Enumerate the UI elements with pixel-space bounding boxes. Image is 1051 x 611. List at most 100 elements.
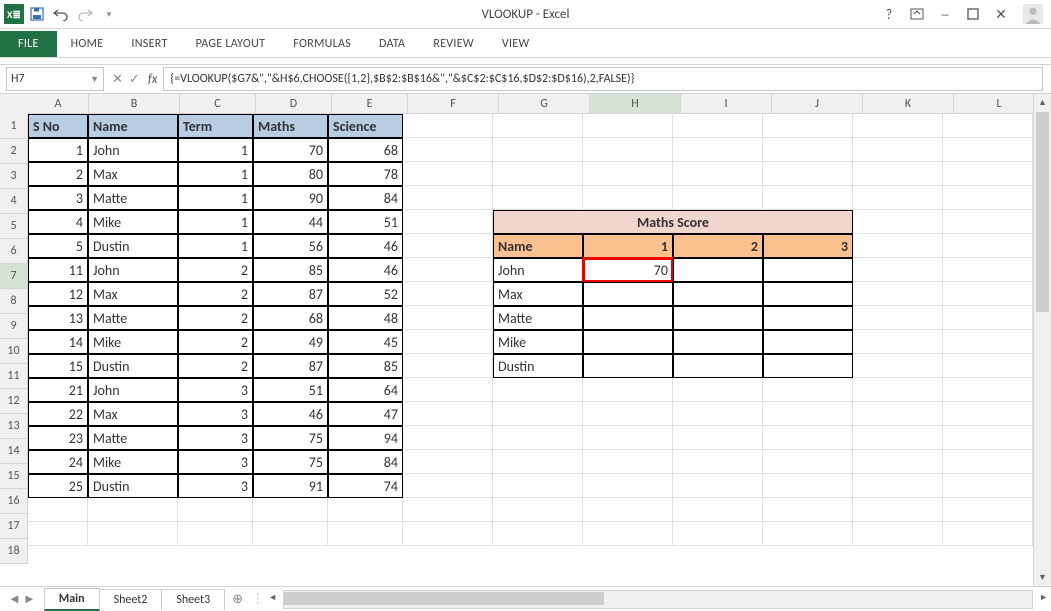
lookup-val[interactable] xyxy=(763,330,853,354)
horizontal-scrollbar[interactable]: ◄ ► xyxy=(283,590,1033,609)
cell[interactable] xyxy=(943,210,1033,234)
cell[interactable] xyxy=(763,378,853,402)
cell-sno[interactable]: 22 xyxy=(28,402,88,426)
cell[interactable] xyxy=(28,498,88,522)
cell[interactable] xyxy=(88,498,178,522)
column-header-C[interactable]: C xyxy=(180,94,256,114)
cell[interactable] xyxy=(763,138,853,162)
minimize-button[interactable]: ─ xyxy=(935,4,955,24)
row-header-5[interactable]: 5 xyxy=(0,214,28,239)
cell-term[interactable]: 3 xyxy=(178,378,253,402)
cell[interactable] xyxy=(403,306,493,330)
cell-term[interactable]: 1 xyxy=(178,138,253,162)
cell[interactable] xyxy=(493,138,583,162)
cell-term[interactable]: 2 xyxy=(178,258,253,282)
row-header-8[interactable]: 8 xyxy=(0,289,28,314)
row-header-10[interactable]: 10 xyxy=(0,339,28,364)
lookup-val[interactable] xyxy=(583,282,673,306)
cell-sno[interactable]: 4 xyxy=(28,210,88,234)
cell-science[interactable]: 47 xyxy=(328,402,403,426)
column-header-E[interactable]: E xyxy=(332,94,408,114)
cell[interactable] xyxy=(763,426,853,450)
cell[interactable] xyxy=(583,162,673,186)
cell[interactable] xyxy=(943,330,1033,354)
cell-maths[interactable]: 56 xyxy=(253,234,328,258)
cell-science[interactable]: 64 xyxy=(328,378,403,402)
cell-science[interactable]: 52 xyxy=(328,282,403,306)
cell[interactable] xyxy=(403,402,493,426)
cell[interactable] xyxy=(853,258,943,282)
row-header-9[interactable]: 9 xyxy=(0,314,28,339)
lookup-header-2[interactable]: 2 xyxy=(673,234,763,258)
cell-maths[interactable]: 68 xyxy=(253,306,328,330)
lookup-val[interactable] xyxy=(673,258,763,282)
cell[interactable] xyxy=(943,354,1033,378)
cell[interactable] xyxy=(178,498,253,522)
cell-sno[interactable]: 15 xyxy=(28,354,88,378)
cell-maths[interactable]: 85 xyxy=(253,258,328,282)
cell[interactable] xyxy=(943,378,1033,402)
cell[interactable] xyxy=(763,474,853,498)
cell[interactable] xyxy=(673,522,763,546)
cell[interactable] xyxy=(403,450,493,474)
cell[interactable] xyxy=(943,450,1033,474)
cell[interactable] xyxy=(673,162,763,186)
cell-term[interactable]: 1 xyxy=(178,162,253,186)
row-header-4[interactable]: 4 xyxy=(0,189,28,214)
cell[interactable] xyxy=(403,426,493,450)
cell-sno[interactable]: 2 xyxy=(28,162,88,186)
cell-sno[interactable]: 13 xyxy=(28,306,88,330)
header-science[interactable]: Science xyxy=(328,114,403,138)
column-header-B[interactable]: B xyxy=(89,94,180,114)
cell-maths[interactable]: 51 xyxy=(253,378,328,402)
cell-term[interactable]: 3 xyxy=(178,474,253,498)
cell[interactable] xyxy=(583,378,673,402)
lookup-name[interactable]: Matte xyxy=(493,306,583,330)
row-header-2[interactable]: 2 xyxy=(0,139,28,164)
column-header-J[interactable]: J xyxy=(772,94,863,114)
cell-sno[interactable]: 11 xyxy=(28,258,88,282)
cell[interactable] xyxy=(673,114,763,138)
cell-term[interactable]: 1 xyxy=(178,186,253,210)
row-header-17[interactable]: 17 xyxy=(0,514,28,539)
cell-name[interactable]: Matte xyxy=(88,186,178,210)
tab-split-handle[interactable]: ⋮ xyxy=(251,592,263,607)
cell[interactable] xyxy=(763,186,853,210)
cell-maths[interactable]: 87 xyxy=(253,282,328,306)
sheet-tab-main[interactable]: Main xyxy=(44,588,100,611)
row-header-11[interactable]: 11 xyxy=(0,364,28,389)
cell[interactable] xyxy=(673,474,763,498)
column-header-L[interactable]: L xyxy=(954,94,1045,114)
cell[interactable] xyxy=(403,378,493,402)
cell[interactable] xyxy=(403,162,493,186)
header-maths[interactable]: Maths xyxy=(253,114,328,138)
cell-name[interactable]: John xyxy=(88,378,178,402)
cell[interactable] xyxy=(853,402,943,426)
header-sno[interactable]: S No xyxy=(28,114,88,138)
lookup-val[interactable] xyxy=(583,330,673,354)
cell[interactable] xyxy=(28,522,88,546)
cell[interactable] xyxy=(403,186,493,210)
cell-science[interactable]: 46 xyxy=(328,234,403,258)
cell-science[interactable]: 68 xyxy=(328,138,403,162)
cell[interactable] xyxy=(943,498,1033,522)
row-header-7[interactable]: 7 xyxy=(0,264,28,289)
cell-maths[interactable]: 87 xyxy=(253,354,328,378)
cell-maths[interactable]: 91 xyxy=(253,474,328,498)
cell-maths[interactable]: 75 xyxy=(253,426,328,450)
cell-name[interactable]: John xyxy=(88,138,178,162)
column-header-G[interactable]: G xyxy=(499,94,590,114)
cancel-formula-button[interactable]: ✕ xyxy=(112,72,123,87)
cell-name[interactable]: Max xyxy=(88,162,178,186)
cell[interactable] xyxy=(673,450,763,474)
cell[interactable] xyxy=(853,474,943,498)
cell[interactable] xyxy=(853,426,943,450)
lookup-header-1[interactable]: 1 xyxy=(583,234,673,258)
cell-name[interactable]: Max xyxy=(88,402,178,426)
cell[interactable] xyxy=(403,330,493,354)
cell[interactable] xyxy=(853,210,943,234)
row-header-18[interactable]: 18 xyxy=(0,539,28,564)
ribbon-display-button[interactable] xyxy=(907,4,927,24)
cell[interactable] xyxy=(403,522,493,546)
cell-maths[interactable]: 49 xyxy=(253,330,328,354)
